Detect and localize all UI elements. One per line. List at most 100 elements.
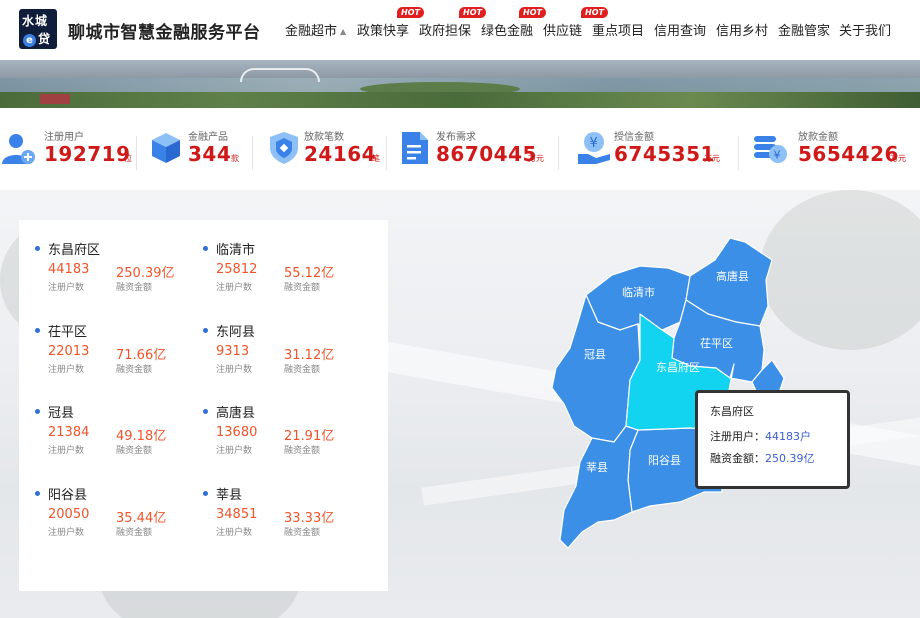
- stat-published-demand: 发布需求 8670445 万元: [396, 128, 556, 178]
- map-label-linqing: 临清市: [622, 285, 655, 299]
- region-amount: 250.39亿: [116, 266, 175, 281]
- nav-item-finance-market[interactable]: 金融超市 ▲: [285, 20, 346, 39]
- region-users: 22013: [48, 344, 90, 359]
- nav-item-gov-guarantee[interactable]: 政府担保 HOT: [419, 7, 486, 39]
- svg-text:¥: ¥: [774, 149, 781, 162]
- stat-divider: [738, 136, 739, 170]
- bullet-icon: [203, 328, 208, 333]
- stat-credit-amount: ¥ 授信金额 6745351 万元: [576, 128, 726, 178]
- map-region-shenxian[interactable]: [559, 425, 639, 549]
- stat-unit: 万元: [890, 154, 906, 163]
- document-icon: [402, 132, 428, 164]
- tooltip-users-value: 44183户: [765, 430, 811, 443]
- nav-item-finance-butler[interactable]: 金融管家: [778, 20, 830, 39]
- region-users-caption: 注册户数: [48, 365, 85, 375]
- stat-unit: 位: [124, 154, 132, 163]
- region-amount: 21.91亿: [284, 429, 335, 444]
- nav-label: 信用查询: [654, 24, 707, 39]
- region-users-caption: 注册户数: [48, 283, 85, 293]
- hot-badge: HOT: [581, 7, 608, 18]
- region-name: 东昌府区: [48, 243, 101, 258]
- region-card-dong-e[interactable]: 东阿县 9313 31.12亿 注册户数 融资金额: [203, 320, 353, 390]
- nav-label: 绿色金融: [481, 24, 534, 39]
- map-label-shenxian: 莘县: [586, 460, 608, 474]
- nav-item-credit-query[interactable]: 信用查询: [654, 20, 706, 39]
- region-name: 东阿县: [216, 325, 256, 340]
- stat-divider: [252, 136, 253, 170]
- tooltip-users-label: 注册用户：: [710, 430, 765, 443]
- stat-loan-amount: ¥ 放款金额 5654426 万元: [752, 128, 918, 178]
- banner-carousel[interactable]: [0, 60, 920, 108]
- region-users-caption: 注册户数: [216, 528, 253, 538]
- map-label-guanxian: 冠县: [584, 348, 606, 361]
- cube-icon: [152, 133, 180, 163]
- nav-item-about-us[interactable]: 关于我们: [839, 20, 891, 39]
- hot-badge: HOT: [397, 7, 424, 18]
- logo[interactable]: 水城 e贷: [19, 9, 57, 49]
- nav-label: 金融超市: [285, 24, 338, 39]
- stat-label: 授信金额: [614, 132, 654, 143]
- bullet-icon: [203, 491, 208, 496]
- region-card-dongchangfu[interactable]: 东昌府区 44183 250.39亿 注册户数 融资金额: [35, 238, 185, 308]
- region-users: 34851: [216, 507, 258, 522]
- stat-value: 5654426: [798, 142, 899, 166]
- region-name: 莘县: [216, 488, 243, 503]
- region-card-chiping[interactable]: 茌平区 22013 71.66亿 注册户数 融资金额: [35, 320, 185, 390]
- stat-divider: [558, 136, 559, 170]
- hot-badge: HOT: [519, 7, 546, 18]
- stat-label: 放款金额: [798, 132, 838, 143]
- region-amount-caption: 融资金额: [284, 446, 321, 456]
- nav-label: 政策快享: [357, 24, 410, 39]
- tooltip-title: 东昌府区: [710, 405, 754, 418]
- region-name: 茌平区: [48, 325, 88, 340]
- stat-value: 6745351: [614, 142, 715, 166]
- stat-divider: [136, 136, 137, 170]
- region-users-caption: 注册户数: [216, 283, 253, 293]
- region-stats-panel: 东昌府区 44183 250.39亿 注册户数 融资金额 临清市 25812 5…: [19, 220, 388, 591]
- map-tooltip: 东昌府区 注册用户：44183户 融资金额：250.39亿: [695, 390, 850, 489]
- stat-unit: 款: [231, 154, 239, 163]
- stat-value: 24164: [304, 142, 377, 166]
- region-amount: 49.18亿: [116, 429, 167, 444]
- nav-item-policy[interactable]: 政策快享 HOT: [357, 7, 424, 39]
- region-name: 临清市: [216, 243, 256, 258]
- region-amount-caption: 融资金额: [116, 528, 153, 538]
- logo-text-top: 水城: [22, 14, 49, 28]
- region-card-yanggu[interactable]: 阳谷县 20050 35.44亿 注册户数 融资金额: [35, 483, 185, 553]
- nav-label: 重点项目: [592, 24, 645, 39]
- region-card-guanxian[interactable]: 冠县 21384 49.18亿 注册户数 融资金额: [35, 401, 185, 471]
- region-amount-caption: 融资金额: [284, 365, 321, 375]
- region-card-shenxian[interactable]: 莘县 34851 33.33亿 注册户数 融资金额: [203, 483, 353, 553]
- map-label-gaotang: 高唐县: [716, 269, 749, 283]
- banner-bridge: [240, 68, 320, 82]
- nav-item-supply-chain[interactable]: 供应链 HOT: [543, 7, 608, 39]
- logo-e-icon: e: [23, 34, 36, 47]
- stat-value: 8670445: [436, 142, 537, 166]
- region-amount-caption: 融资金额: [116, 365, 153, 375]
- nav-item-green-finance[interactable]: 绿色金融 HOT: [481, 7, 546, 39]
- bullet-icon: [35, 409, 40, 414]
- stat-label: 注册用户: [44, 132, 84, 143]
- region-users-caption: 注册户数: [48, 528, 85, 538]
- nav-item-key-projects[interactable]: 重点项目: [592, 20, 644, 39]
- nav-label: 供应链: [543, 24, 583, 39]
- stat-unit: 万元: [528, 154, 544, 163]
- nav-item-credit-village[interactable]: 信用乡村: [716, 20, 768, 39]
- region-card-linqing[interactable]: 临清市 25812 55.12亿 注册户数 融资金额: [203, 238, 353, 308]
- map-label-yanggu: 阳谷县: [648, 454, 681, 467]
- region-card-gaotang[interactable]: 高唐县 13680 21.91亿 注册户数 融资金额: [203, 401, 353, 471]
- bullet-icon: [203, 246, 208, 251]
- region-amount: 31.12亿: [284, 348, 335, 363]
- region-users: 25812: [216, 262, 258, 277]
- region-amount-caption: 融资金额: [284, 528, 321, 538]
- hot-badge: HOT: [459, 7, 486, 18]
- region-amount: 33.33亿: [284, 511, 335, 526]
- region-users-caption: 注册户数: [216, 446, 253, 456]
- logo-text-bottom: e贷: [23, 30, 50, 47]
- map-label-dongchangfu: 东昌府区: [656, 360, 700, 374]
- coins-icon: ¥: [754, 136, 787, 163]
- bullet-icon: [35, 491, 40, 496]
- stats-bar: 注册用户 192719 位 金融产品 344 款 放款笔数 24164 笔 发布…: [0, 108, 920, 190]
- nav-label: 关于我们: [839, 24, 892, 39]
- region-users: 13680: [216, 425, 258, 440]
